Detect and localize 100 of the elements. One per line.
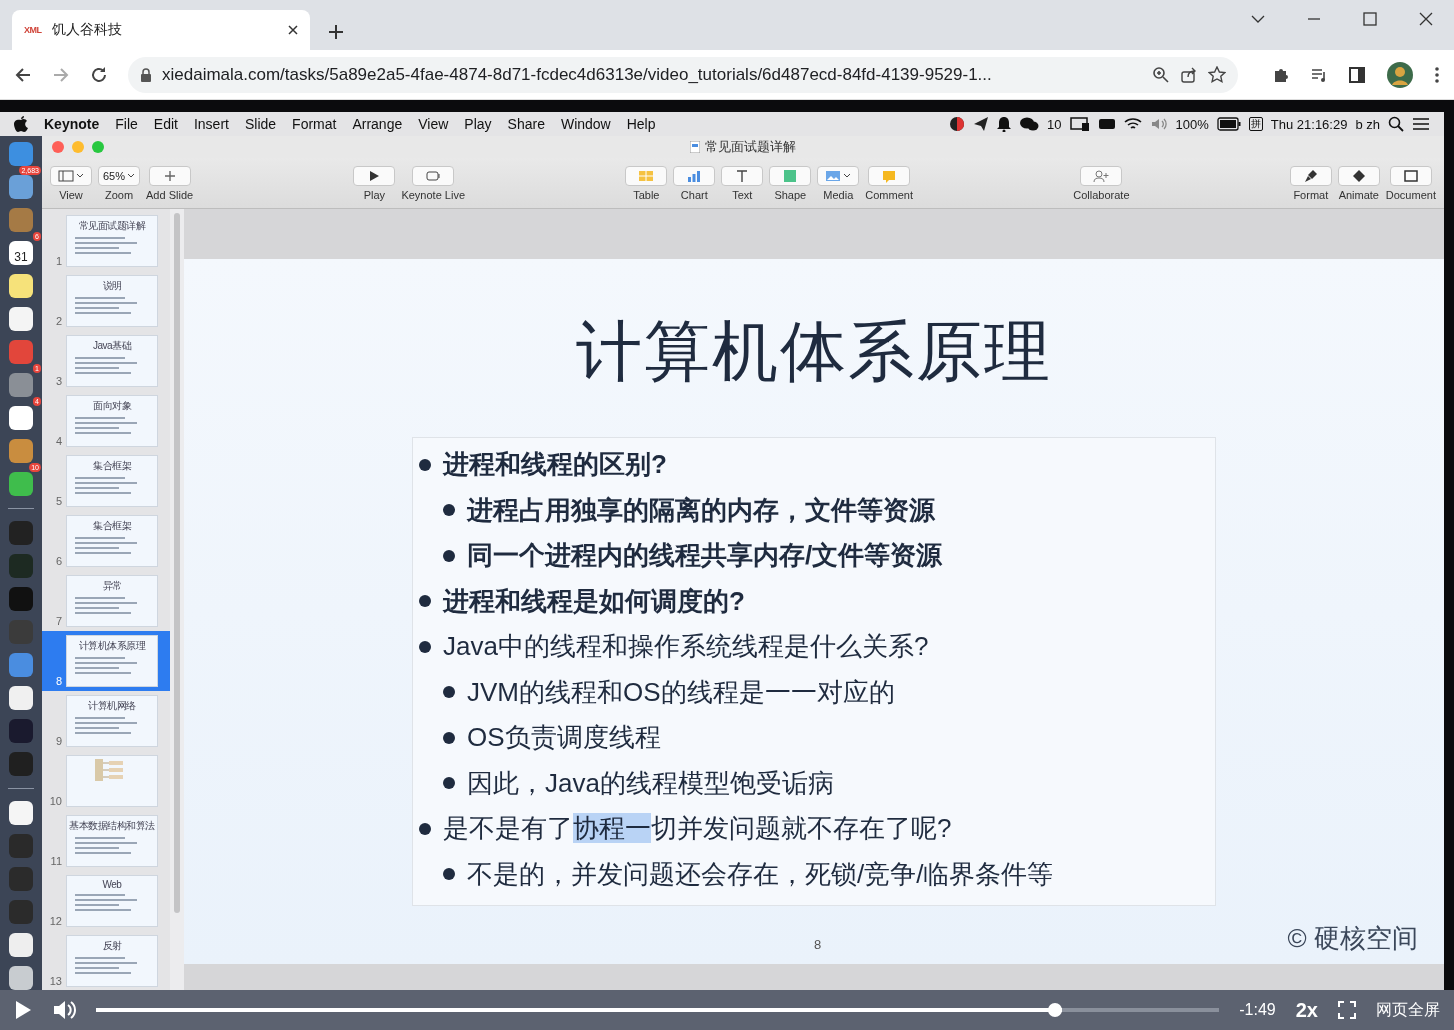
paper-plane-icon[interactable] xyxy=(973,116,990,132)
menu-item[interactable]: Insert xyxy=(193,116,229,132)
bullet-text: Java中的线程和操作系统线程是什么关系? xyxy=(443,630,929,664)
play-icon[interactable] xyxy=(14,1000,32,1020)
menu-item[interactable]: Slide xyxy=(244,116,277,132)
menu-item[interactable]: Edit xyxy=(153,116,178,132)
slide-thumbnail-row[interactable]: 4 面向对象 xyxy=(42,391,170,451)
app-icon[interactable] xyxy=(9,307,33,331)
bullet-text: OS负责调度线程 xyxy=(467,721,661,755)
app-icon[interactable] xyxy=(9,686,33,710)
text-lines-drawing xyxy=(75,537,137,554)
text-lines-drawing xyxy=(75,477,137,494)
keynote-document-icon xyxy=(690,141,700,153)
status-icon[interactable] xyxy=(949,116,966,132)
slide-number: 13 xyxy=(48,975,62,989)
slide-thumbnail-row[interactable]: 11 基本数据结构和算法 xyxy=(42,811,170,871)
bullet-text: 不是的，并发问题还会存在，死锁/竞争/临界条件等 xyxy=(467,857,1054,891)
share-icon[interactable] xyxy=(1180,65,1198,84)
web-fullscreen-button[interactable]: 网页全屏 xyxy=(1376,999,1440,1021)
text-lines-drawing xyxy=(75,417,137,434)
bell-icon[interactable] xyxy=(997,116,1012,132)
slide-thumbnail-row[interactable]: 8 计算机体系原理 xyxy=(42,631,170,691)
slide-thumbnail-row[interactable]: 5 集合框架 xyxy=(42,451,170,511)
slide-thumbnail-row[interactable]: 9 计算机网络 xyxy=(42,691,170,751)
bullet-dot xyxy=(443,731,455,744)
text-lines-drawing xyxy=(75,837,137,854)
menu-item[interactable]: File xyxy=(115,116,138,132)
fullscreen-icon[interactable] xyxy=(1338,1001,1356,1019)
back-icon[interactable] xyxy=(14,65,32,84)
menu-item[interactable]: Format xyxy=(292,116,337,132)
bullet-dot xyxy=(443,686,455,699)
apple-icon[interactable] xyxy=(14,116,28,132)
app-icon[interactable] xyxy=(9,801,33,825)
memory-icon[interactable] xyxy=(1097,116,1116,132)
slide-thumbnail-row[interactable]: 2 说明 xyxy=(42,271,170,331)
time-remaining: -1:49 xyxy=(1239,1001,1276,1019)
sidepanel-icon[interactable] xyxy=(1348,65,1366,84)
menu-item[interactable]: Share xyxy=(507,116,545,132)
battery-icon[interactable] xyxy=(1216,117,1241,131)
menu-item[interactable]: Keynote xyxy=(44,116,100,132)
browser-tab[interactable]: XML 饥人谷科技 xyxy=(12,10,310,50)
slide-thumbnail-row[interactable]: 10 xyxy=(42,751,170,811)
menu-item[interactable]: Help xyxy=(626,116,656,132)
thumbnail-title: 计算机体系原理 xyxy=(78,639,146,653)
slide-thumbnail-row[interactable]: 3 Java基础 xyxy=(42,331,170,391)
slide-number: 6 xyxy=(54,555,62,569)
reload-icon[interactable] xyxy=(90,65,108,84)
menu-item[interactable]: Arrange xyxy=(352,116,403,132)
scrollbar-thumb[interactable] xyxy=(174,213,180,913)
lock-icon xyxy=(140,67,152,82)
bullet-dot xyxy=(443,777,455,790)
volume-icon[interactable] xyxy=(52,999,76,1021)
image-icon xyxy=(825,168,842,183)
volume-icon[interactable] xyxy=(1149,116,1168,132)
menu-item[interactable]: View xyxy=(418,116,449,132)
menu-item[interactable]: Window xyxy=(560,116,611,132)
speed-button[interactable]: 2x xyxy=(1295,998,1318,1022)
bullet-text: 进程和线程是如何调度的? xyxy=(443,584,745,618)
zoom-icon[interactable] xyxy=(1152,65,1170,84)
thumbnail-title: 常见面试题详解 xyxy=(78,219,146,233)
slide-number: 9 xyxy=(54,735,62,749)
bar-chart-icon xyxy=(686,168,703,183)
toolbar-button[interactable]: Keynote Live xyxy=(401,165,465,201)
text-lines-drawing xyxy=(75,717,137,734)
calendar-icon[interactable]: 31 xyxy=(9,241,33,265)
app-icon[interactable] xyxy=(9,933,33,957)
address-bar[interactable]: xiedaimala.com/tasks/5a89e2a5-4fae-4874-8d71-fcdec4d6313e/video_tutorials/6d487ecd-84fd-4139-9529-1... xyxy=(128,56,1238,93)
slide-thumbnail-row[interactable]: 1 常见面试题详解 xyxy=(42,211,170,271)
thumbnail-title: 基本数据结构和算法 xyxy=(69,819,155,833)
add-person-icon xyxy=(1093,168,1110,183)
slide-thumbnail-row[interactable]: 12 Web xyxy=(42,871,170,931)
new-tab-icon[interactable] xyxy=(328,24,344,40)
search-icon[interactable] xyxy=(1388,116,1404,132)
close-icon[interactable] xyxy=(288,25,298,35)
app-icon[interactable] xyxy=(9,406,33,430)
thumbnail-title: Web xyxy=(102,879,122,890)
list-icon[interactable] xyxy=(1412,117,1430,131)
slide-thumbnail-row[interactable]: 7 异常 xyxy=(42,571,170,631)
sidebar-icon xyxy=(58,168,74,183)
user-name[interactable]: b zh xyxy=(1355,116,1380,132)
app-icon[interactable] xyxy=(9,472,33,496)
display-icon[interactable] xyxy=(1069,116,1090,132)
wifi-icon[interactable] xyxy=(1123,116,1142,132)
avatar-icon[interactable] xyxy=(1386,60,1414,89)
slide-thumbnail-row[interactable]: 6 集合框架 xyxy=(42,511,170,571)
star-icon[interactable] xyxy=(1208,65,1226,84)
menu-item[interactable]: Play xyxy=(464,116,492,132)
menubar-clock[interactable]: Thu 21:16:29 xyxy=(1270,116,1348,132)
bullet-dot xyxy=(443,868,455,881)
slide-number: 7 xyxy=(54,615,62,629)
toolbar-button[interactable]: Collaborate xyxy=(1073,165,1130,201)
slide-thumbnail-row[interactable]: 13 反射 xyxy=(42,931,170,990)
calendar-date: 31 xyxy=(14,249,28,265)
trash-icon[interactable] xyxy=(9,966,33,990)
chat-icon[interactable] xyxy=(1019,116,1040,132)
bullet-text: 同一个进程内的线程共享内存/文件等资源 xyxy=(467,539,943,573)
app-icon[interactable] xyxy=(9,274,33,298)
input-method-indicator[interactable]: 拼 xyxy=(1248,117,1263,131)
menu-icon[interactable] xyxy=(1434,65,1440,84)
toolbar-button[interactable]: Document xyxy=(1385,165,1436,201)
